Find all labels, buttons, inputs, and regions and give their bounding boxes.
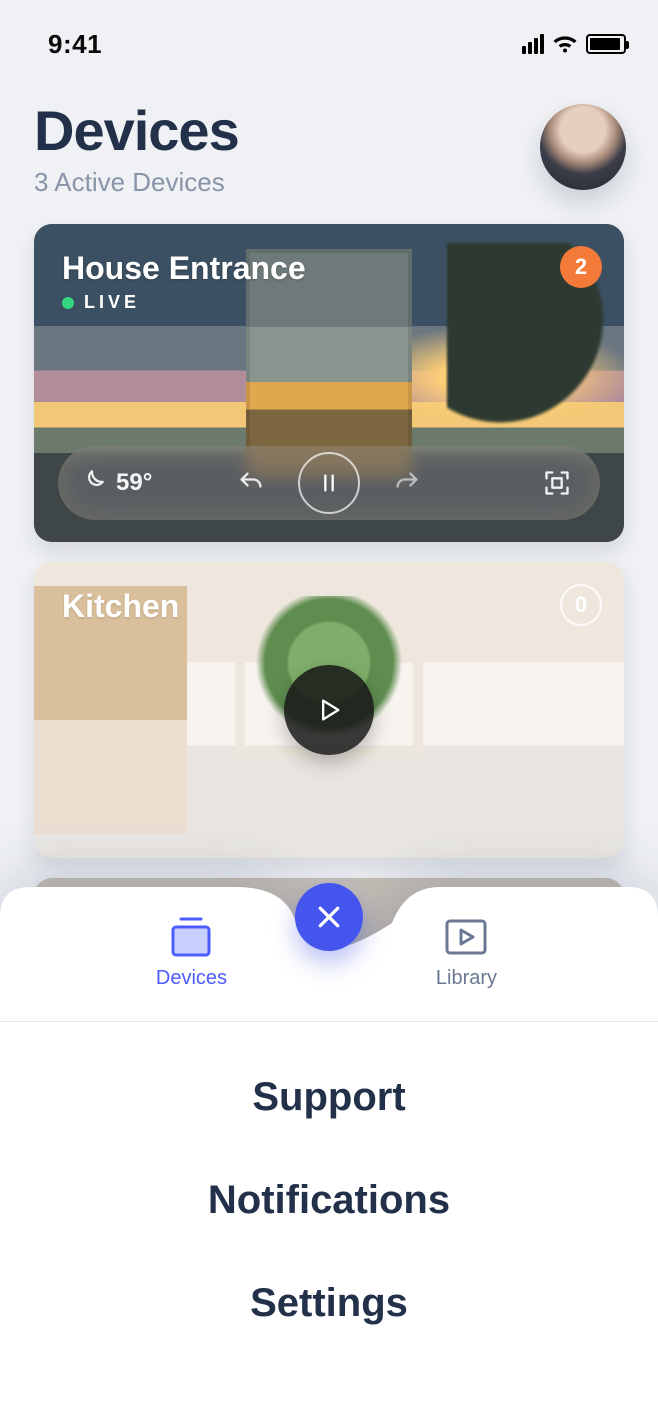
moon-icon [80, 468, 106, 499]
notification-badge[interactable]: 2 [560, 246, 602, 288]
devices-icon [167, 917, 215, 957]
device-name: Kitchen [62, 588, 179, 625]
playback-controls: 59° [58, 446, 600, 520]
tab-devices[interactable]: Devices [156, 917, 227, 990]
header-text: Devices 3 Active Devices [34, 98, 239, 198]
nav-tabs: Devices Library [0, 917, 658, 990]
menu-list: Support Notifications Settings [0, 1075, 658, 1326]
fullscreen-button[interactable] [534, 460, 580, 506]
menu-item-support[interactable]: Support [252, 1075, 405, 1120]
cellular-signal-icon [522, 34, 544, 54]
status-bar: 9:41 [0, 0, 658, 64]
device-name: House Entrance [62, 250, 306, 287]
avatar[interactable] [540, 104, 626, 190]
center-controls [228, 452, 430, 514]
wifi-icon [552, 34, 578, 54]
page-header: Devices 3 Active Devices [0, 64, 658, 206]
live-indicator: LIVE [62, 292, 140, 313]
bottom-sheet: Devices Library Support Notifications Se… [0, 865, 658, 1425]
play-button[interactable] [284, 665, 374, 755]
forward-button[interactable] [384, 460, 430, 506]
weather-block: 59° [80, 468, 152, 499]
rewind-button[interactable] [228, 460, 274, 506]
device-card-house-entrance[interactable]: House Entrance LIVE 2 59° [34, 224, 624, 542]
tab-library[interactable]: Library [436, 917, 497, 990]
library-icon [443, 917, 489, 957]
device-card-kitchen[interactable]: Kitchen 0 [34, 562, 624, 858]
status-time: 9:41 [48, 29, 102, 60]
menu-item-settings[interactable]: Settings [250, 1281, 408, 1326]
notification-badge[interactable]: 0 [560, 584, 602, 626]
page-title: Devices [34, 98, 239, 163]
divider [0, 1021, 658, 1022]
temperature-value: 59° [116, 469, 152, 497]
tab-label: Library [436, 967, 497, 990]
page-subtitle: 3 Active Devices [34, 167, 239, 198]
menu-item-notifications[interactable]: Notifications [208, 1178, 450, 1223]
tab-label: Devices [156, 967, 227, 990]
pause-button[interactable] [298, 452, 360, 514]
battery-icon [586, 34, 626, 54]
status-icons [522, 34, 626, 54]
live-dot-icon [62, 297, 74, 309]
live-label: LIVE [84, 292, 140, 313]
